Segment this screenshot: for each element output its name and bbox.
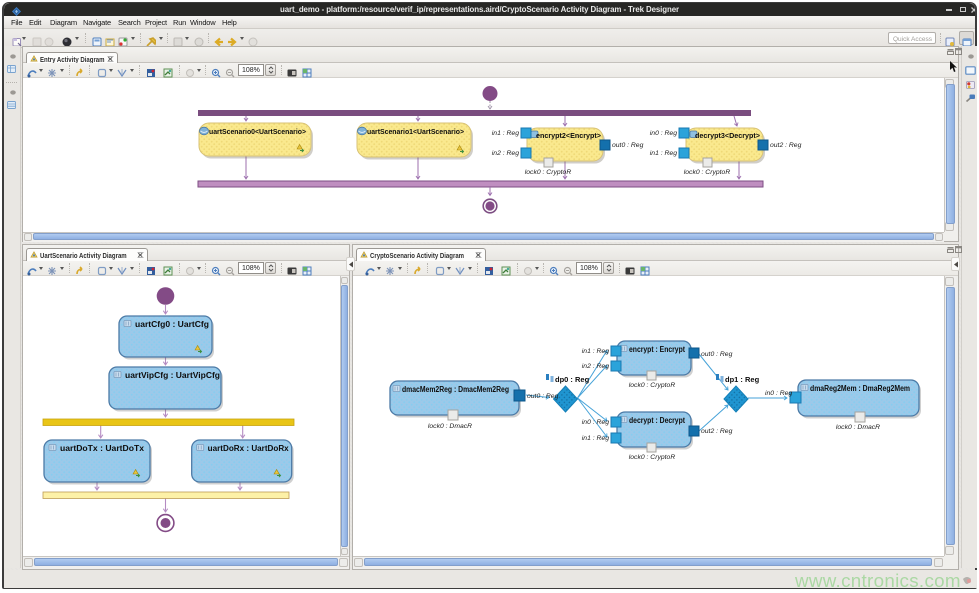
- svg-text:in0 : Reg: in0 : Reg: [582, 419, 609, 426]
- svg-text:lock0 : CryptoR: lock0 : CryptoR: [525, 169, 572, 176]
- svg-text:uartDoTx : UartDoTx: uartDoTx : UartDoTx: [60, 444, 145, 453]
- svg-text:lock0 : CryptoR: lock0 : CryptoR: [684, 169, 731, 176]
- svg-text:dmacMem2Reg : DmacMem2Reg: dmacMem2Reg : DmacMem2Reg: [402, 385, 509, 394]
- svg-text:encrypt : Encrypt: encrypt : Encrypt: [629, 345, 685, 354]
- svg-text:decrypt3<Decrypt>: decrypt3<Decrypt>: [695, 131, 761, 140]
- svg-text:out2 : Reg: out2 : Reg: [770, 142, 802, 149]
- svg-text:out0 : Reg: out0 : Reg: [527, 393, 559, 400]
- svg-text:lock0 : DmacR: lock0 : DmacR: [428, 423, 472, 430]
- svg-text:dp0 : Reg: dp0 : Reg: [555, 375, 590, 384]
- svg-text:uartCfg0 : UartCfg: uartCfg0 : UartCfg: [135, 320, 209, 329]
- svg-text:encrypt2<Encrypt>: encrypt2<Encrypt>: [536, 131, 602, 140]
- svg-text:lock0 : CryptoR: lock0 : CryptoR: [629, 454, 676, 461]
- svg-text:uartVipCfg : UartVipCfg: uartVipCfg : UartVipCfg: [125, 371, 220, 380]
- svg-text:in1 : Reg: in1 : Reg: [492, 130, 519, 137]
- svg-text:in0 : Reg: in0 : Reg: [650, 130, 677, 137]
- svg-text:in1 : Reg: in1 : Reg: [582, 348, 609, 355]
- svg-text:dp1 : Reg: dp1 : Reg: [725, 375, 760, 384]
- svg-text:in2 : Reg: in2 : Reg: [582, 363, 609, 370]
- svg-text:out0 : Reg: out0 : Reg: [701, 351, 733, 358]
- svg-text:lock0 : DmacR: lock0 : DmacR: [836, 424, 880, 431]
- svg-text:in2 : Reg: in2 : Reg: [492, 150, 519, 157]
- svg-text:uartScenario1<UartScenario>: uartScenario1<UartScenario>: [367, 127, 465, 136]
- svg-text:dmaReg2Mem : DmaReg2Mem: dmaReg2Mem : DmaReg2Mem: [810, 384, 910, 393]
- svg-text:lock0 : CryptoR: lock0 : CryptoR: [629, 382, 676, 389]
- svg-text:uartScenario0<UartScenario>: uartScenario0<UartScenario>: [209, 127, 307, 136]
- svg-text:uartDoRx : UartDoRx: uartDoRx : UartDoRx: [208, 444, 290, 453]
- svg-text:out2 : Reg: out2 : Reg: [701, 428, 733, 435]
- svg-text:in0 : Reg: in0 : Reg: [765, 390, 792, 397]
- svg-text:in1 : Reg: in1 : Reg: [582, 435, 609, 442]
- svg-text:in1 : Reg: in1 : Reg: [650, 150, 677, 157]
- svg-text:out0 : Reg: out0 : Reg: [612, 142, 644, 149]
- svg-text:decrypt : Decrypt: decrypt : Decrypt: [629, 416, 685, 425]
